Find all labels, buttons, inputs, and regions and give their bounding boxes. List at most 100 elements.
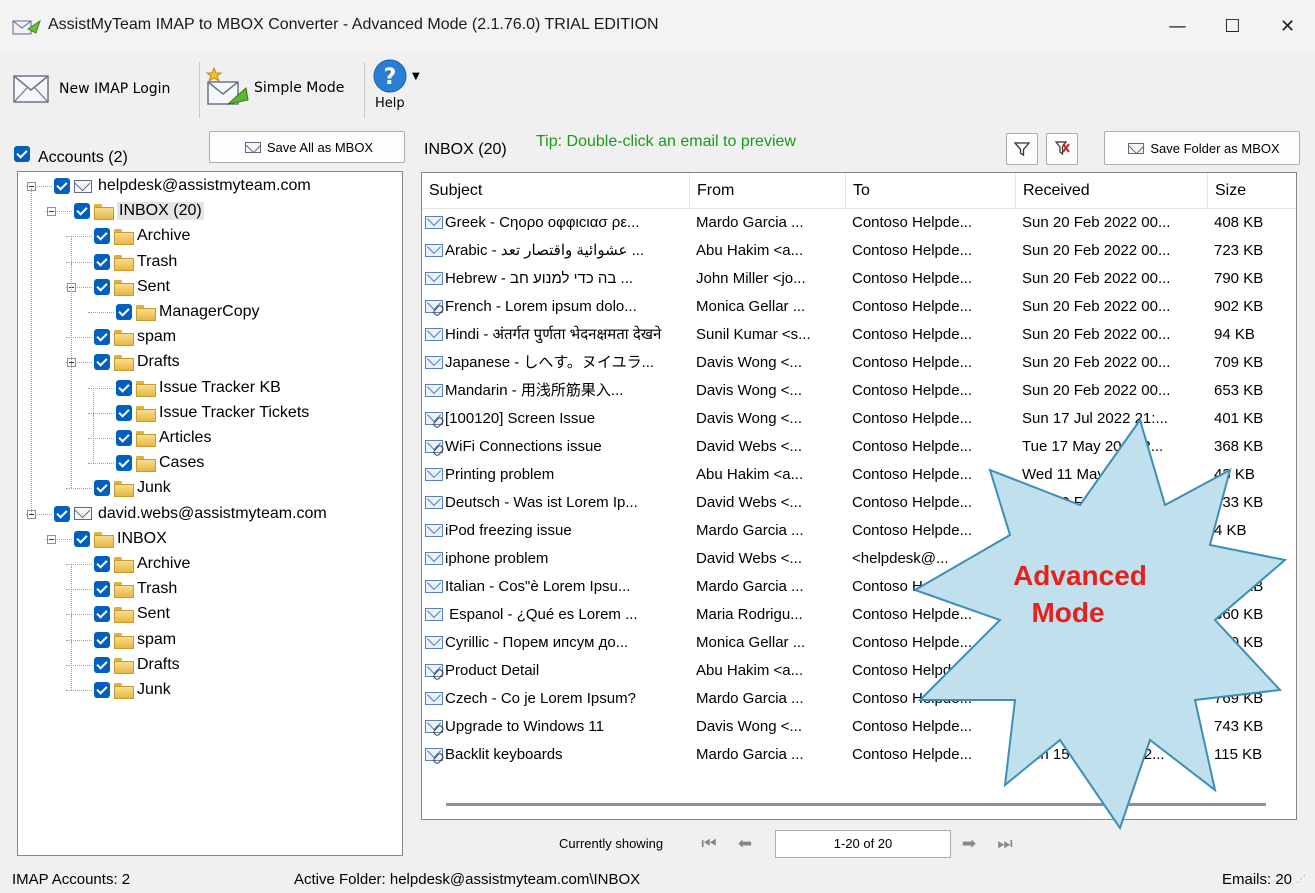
column-header[interactable]: To: [846, 173, 1016, 209]
folder-checkbox[interactable]: [94, 278, 110, 295]
folder-checkbox[interactable]: [94, 253, 110, 270]
tree-folder[interactable]: spam: [94, 628, 176, 652]
last-page-button[interactable]: ⏭: [991, 831, 1019, 857]
email-list-header: Subject From To Received Size: [422, 173, 1296, 209]
table-row[interactable]: iphone problem David Webs <... <helpdesk@.…: [422, 545, 1296, 573]
tree-label: INBOX (20): [117, 202, 204, 221]
tree-folder[interactable]: ManagerCopy: [116, 300, 260, 324]
cell-text: Contoso Helpde...: [852, 634, 973, 651]
table-row[interactable]: Deutsch - Was ist Lorem Ip... David Webs …: [422, 489, 1296, 517]
table-row[interactable]: Hindi - अंतर्गत पुर्णता भेदनक्षमता देखने…: [422, 321, 1296, 349]
cell-text: Sun 20 Feb 2022 00...: [1022, 326, 1171, 343]
folder-checkbox[interactable]: [94, 329, 110, 346]
tree-folder[interactable]: Drafts: [94, 653, 180, 677]
table-row[interactable]: WiFi Connections issue David Webs <... Con…: [422, 433, 1296, 461]
folder-checkbox[interactable]: [94, 682, 110, 698]
collapse-toggle-icon[interactable]: [47, 207, 56, 217]
tree-folder[interactable]: Archive: [94, 224, 190, 248]
folder-checkbox[interactable]: [94, 606, 110, 623]
tree-folder[interactable]: Trash: [94, 577, 177, 601]
tree-folder[interactable]: Sent: [94, 602, 170, 626]
table-row[interactable]: Mandarin - 用浅所筋果入... Davis Wong <... Conto…: [422, 377, 1296, 405]
table-row[interactable]: Cyrillic - Пopем ипcум дo... Monica Gella…: [422, 629, 1296, 657]
table-row[interactable]: Printing problem Abu Hakim <a... Contoso H…: [422, 461, 1296, 489]
folder-checkbox[interactable]: [94, 581, 110, 598]
table-row[interactable]: Arabic - عشوائية واقتصار تعد ... Abu Haki…: [422, 237, 1296, 265]
table-row[interactable]: iPod freezing issue Mardo Garcia ... Conto…: [422, 517, 1296, 545]
tree-folder[interactable]: Issue Tracker Tickets: [116, 401, 309, 425]
folder-checkbox[interactable]: [74, 203, 90, 220]
tree-account[interactable]: helpdesk@assistmyteam.com: [54, 174, 311, 198]
column-header[interactable]: Size: [1208, 173, 1296, 209]
tree-account[interactable]: david.webs@assistmyteam.com: [54, 502, 327, 526]
save-folder-as-mbox-button[interactable]: Save Folder as MBOX: [1104, 131, 1300, 165]
folder-checkbox[interactable]: [116, 455, 132, 472]
next-page-button[interactable]: ➡: [955, 831, 983, 857]
cell-text: Printing problem: [445, 466, 555, 483]
tree-folder[interactable]: Archive: [94, 552, 190, 576]
new-imap-login-button[interactable]: New IMAP Login: [12, 66, 170, 112]
folder-checkbox[interactable]: [116, 430, 132, 446]
help-button[interactable]: ? ▼ Help: [372, 58, 430, 124]
table-row[interactable]: Hebrew - בה כדי למנוע חב ... John Miller …: [422, 265, 1296, 293]
tree-folder[interactable]: Drafts: [94, 350, 180, 374]
folder-checkbox[interactable]: [54, 178, 70, 194]
tree-connector: [88, 438, 114, 439]
column-header[interactable]: From: [690, 173, 846, 209]
tree-folder[interactable]: INBOX: [74, 527, 167, 551]
simple-mode-button[interactable]: Simple Mode: [206, 64, 344, 112]
close-button[interactable]: ✕: [1260, 0, 1315, 52]
cell-subject: iphone problem: [425, 545, 685, 573]
cell-text: 115 KB: [1214, 746, 1263, 763]
horizontal-scrollbar[interactable]: [446, 803, 1266, 806]
table-row[interactable]: Czech - Co je Lorem Ipsum? Mardo Garcia .…: [422, 685, 1296, 713]
page-range-field[interactable]: 1-20 of 20: [775, 830, 951, 858]
cell-from: Sunil Kumar <s...: [696, 321, 844, 349]
table-row[interactable]: Product Detail Abu Hakim <a... Contoso Hel…: [422, 657, 1296, 685]
tree-folder[interactable]: Cases: [116, 451, 204, 475]
table-row[interactable]: Greek - Cηορo oφφιcιασ ρε... Mardo Garcia…: [422, 209, 1296, 237]
folder-checkbox[interactable]: [116, 304, 132, 320]
table-row[interactable]: Backlit keyboards Mardo Garcia ... Contoso…: [422, 741, 1296, 769]
resize-grip-icon[interactable]: ⋰: [1296, 874, 1306, 885]
cell-text: Monica Gellar ...: [696, 634, 806, 651]
folder-checkbox[interactable]: [116, 404, 132, 421]
tree-folder[interactable]: spam: [94, 325, 176, 349]
table-row[interactable]: Upgrade to Windows 11 Davis Wong <... Cont…: [422, 713, 1296, 741]
column-header[interactable]: Received: [1016, 173, 1208, 209]
table-row[interactable]: Japanese - しへす。ヌイユラ... Davis Wong <... Con…: [422, 349, 1296, 377]
cell-from: Abu Hakim <a...: [696, 657, 844, 685]
folder-checkbox[interactable]: [54, 505, 70, 522]
tree-folder[interactable]: Junk: [94, 476, 171, 500]
folder-checkbox[interactable]: [94, 631, 110, 648]
folder-checkbox[interactable]: [94, 556, 110, 572]
email-list[interactable]: Subject From To Received Size Greek - Cηορo …: [421, 172, 1297, 820]
folder-checkbox[interactable]: [94, 228, 110, 245]
prev-page-button[interactable]: ⬅: [731, 831, 759, 857]
folder-tree[interactable]: helpdesk@assistmyteam.com INBOX (20) Archi…: [17, 171, 403, 856]
tree-folder[interactable]: Issue Tracker KB: [116, 376, 281, 400]
tree-folder[interactable]: Sent: [94, 275, 170, 299]
table-row[interactable]: French - Lorem ipsum dolo... Monica Gella…: [422, 293, 1296, 321]
folder-checkbox[interactable]: [74, 530, 90, 547]
table-row[interactable]: Italian - Cos"è Lorem Ipsu... Mardo Garci…: [422, 573, 1296, 601]
tree-folder[interactable]: Junk: [94, 678, 171, 702]
clear-filter-button[interactable]: [1046, 133, 1078, 165]
save-all-as-mbox-button[interactable]: Save All as MBOX: [209, 131, 405, 163]
accounts-checkbox[interactable]: [14, 146, 30, 162]
tree-folder[interactable]: INBOX (20): [74, 199, 204, 223]
filter-button[interactable]: [1006, 133, 1038, 165]
folder-checkbox[interactable]: [94, 480, 110, 497]
tree-folder[interactable]: Trash: [94, 250, 177, 274]
table-row[interactable]: Espanol - ¿Qué es Lorem ... Maria Rodrigu…: [422, 601, 1296, 629]
minimize-button[interactable]: —: [1150, 0, 1205, 52]
tree-folder[interactable]: Articles: [116, 426, 211, 450]
folder-checkbox[interactable]: [94, 656, 110, 673]
column-header[interactable]: Subject: [422, 173, 690, 209]
folder-checkbox[interactable]: [116, 379, 132, 396]
folder-checkbox[interactable]: [94, 354, 110, 371]
table-row[interactable]: [100120] Screen Issue Davis Wong <... Cont…: [422, 405, 1296, 433]
maximize-button[interactable]: ☐: [1205, 0, 1260, 52]
collapse-toggle-icon[interactable]: [47, 534, 56, 544]
first-page-button[interactable]: ⏮: [695, 831, 723, 857]
